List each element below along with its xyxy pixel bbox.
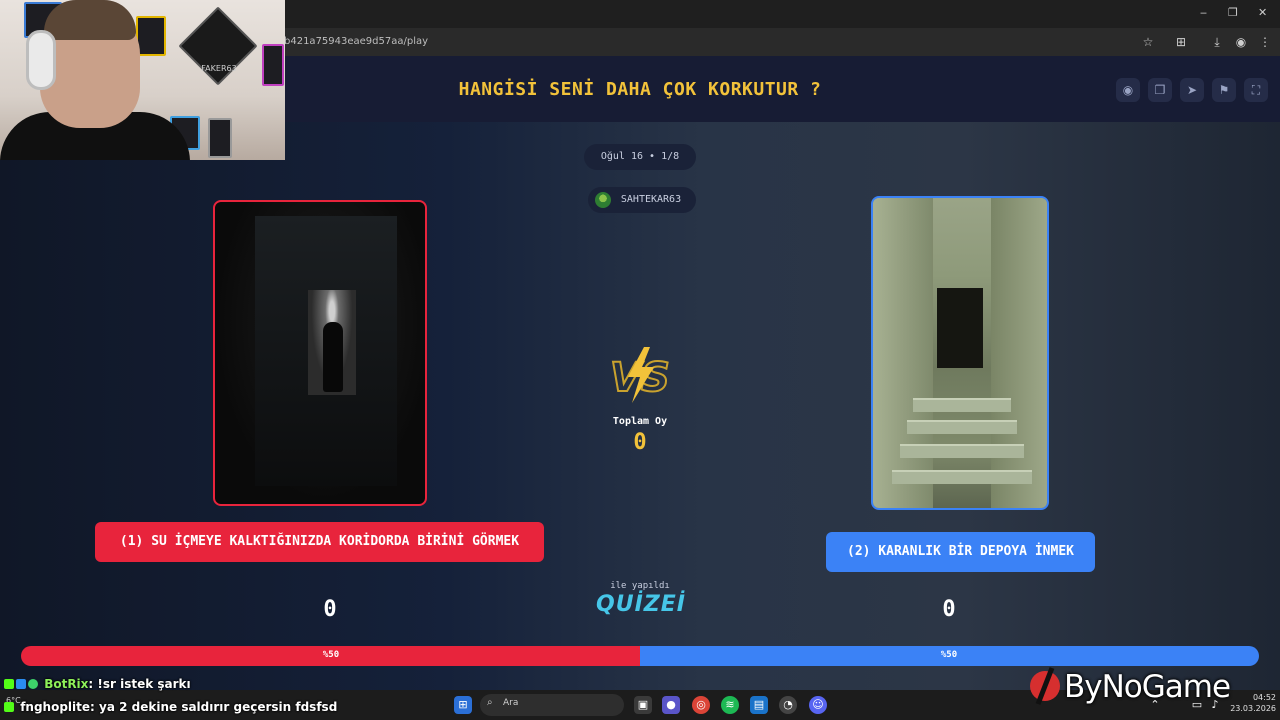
bynogame-logo-icon (1030, 667, 1060, 705)
option-1-image[interactable] (213, 200, 427, 506)
option-2-percent: %50 (940, 650, 958, 660)
option-1-percent: %50 (322, 650, 340, 660)
option-2-votes: 0 (942, 597, 956, 622)
maximize-icon[interactable]: ❐ (1228, 6, 1238, 19)
kick-badge-icon (4, 679, 14, 689)
menu-kebab-icon[interactable]: ⋮ (1257, 34, 1273, 50)
copy-icon[interactable]: ❐ (1148, 78, 1172, 102)
taskbar-search[interactable] (480, 694, 624, 716)
taskbar-search-placeholder: Ara (503, 698, 519, 708)
translate-icon[interactable]: ⊞ (1173, 34, 1189, 50)
headset (26, 30, 56, 90)
option-1-button[interactable]: (1) SU İÇMEYE KALKTIĞINIZDA KORİDORDA Bİ… (95, 522, 544, 562)
verified-badge-icon (16, 679, 26, 689)
chat-text: : ya 2 dekine saldırır geçersin fdsfsd (90, 700, 338, 714)
stair-step (900, 444, 1024, 458)
windows-start-icon[interactable]: ⊞ (454, 696, 472, 714)
option-2-button[interactable]: (2) KARANLIK BİR DEPOYA İNMEK (826, 532, 1095, 572)
discord-icon[interactable]: ☺ (809, 696, 827, 714)
total-votes-label: Toplam Oy (612, 416, 668, 427)
kick-badge-icon (4, 702, 14, 712)
chat-username: fnghoplite (20, 700, 91, 714)
fullscreen-icon[interactable]: ⛶ (1244, 78, 1268, 102)
shadow-figure (323, 322, 343, 392)
bookmark-star-icon[interactable]: ☆ (1140, 34, 1156, 50)
quizei-logo[interactable]: QUİZEİ (596, 592, 686, 617)
chat-username: BotRix (44, 677, 89, 691)
option-1-votes: 0 (323, 597, 337, 622)
bynogame-logo-text: ByNoGame (1064, 669, 1231, 705)
teams-icon[interactable]: ● (662, 696, 680, 714)
search-icon: ⌕ (487, 697, 493, 708)
right-wall (991, 198, 1047, 508)
wall-poster (208, 118, 232, 158)
photos-icon[interactable]: ▤ (750, 696, 768, 714)
taskbar-clock[interactable]: 04:52 23.03.2026 (1228, 692, 1276, 714)
wall-poster (178, 6, 258, 86)
option-2-image[interactable] (871, 196, 1049, 510)
wall-poster (136, 16, 166, 56)
stair-step (907, 420, 1017, 434)
total-votes-value: 0 (633, 430, 647, 455)
minimize-icon[interactable]: ‒ (1200, 6, 1207, 19)
wall-poster (262, 44, 284, 86)
profile-icon[interactable]: ◉ (1233, 34, 1249, 50)
made-with-label: ile yapıldı (610, 581, 670, 591)
chat-message: fnghoplite: ya 2 dekine saldırır geçersi… (4, 700, 337, 714)
url-text[interactable]: b421a75943eae9d57aa/play (284, 36, 428, 47)
bot-badge-icon (28, 679, 38, 689)
send-icon[interactable]: ➤ (1180, 78, 1204, 102)
spotify-icon[interactable]: ≋ (721, 696, 739, 714)
download-icon[interactable]: ⤓ (1209, 34, 1225, 50)
stair-step (892, 470, 1032, 484)
round-badge: Oğul 16 • 1/8 (584, 144, 696, 170)
chat-text: : !sr istek şarkı (88, 677, 191, 691)
dark-basement-opening (937, 288, 983, 368)
flag-icon[interactable]: ⚑ (1212, 78, 1236, 102)
poster-text: FAKER63 (201, 64, 237, 73)
streamer-hair (44, 0, 136, 40)
obs-icon[interactable]: ◔ (779, 696, 797, 714)
creator-avatar (595, 192, 611, 208)
chrome-icon[interactable]: ◎ (692, 696, 710, 714)
left-wall (873, 198, 933, 508)
task-view-icon[interactable]: ▣ (634, 696, 652, 714)
clock-date: 23.03.2026 (1230, 704, 1276, 713)
clock-time: 04:52 (1252, 693, 1276, 702)
eye-icon[interactable]: ◉ (1116, 78, 1140, 102)
close-icon[interactable]: ✕ (1258, 6, 1267, 19)
stair-step (913, 398, 1011, 412)
vs-lightning-icon: VS (609, 347, 671, 403)
webcam-overlay: FAKER63 (0, 0, 285, 160)
chat-message: BotRix: !sr istek şarkı (4, 677, 191, 691)
